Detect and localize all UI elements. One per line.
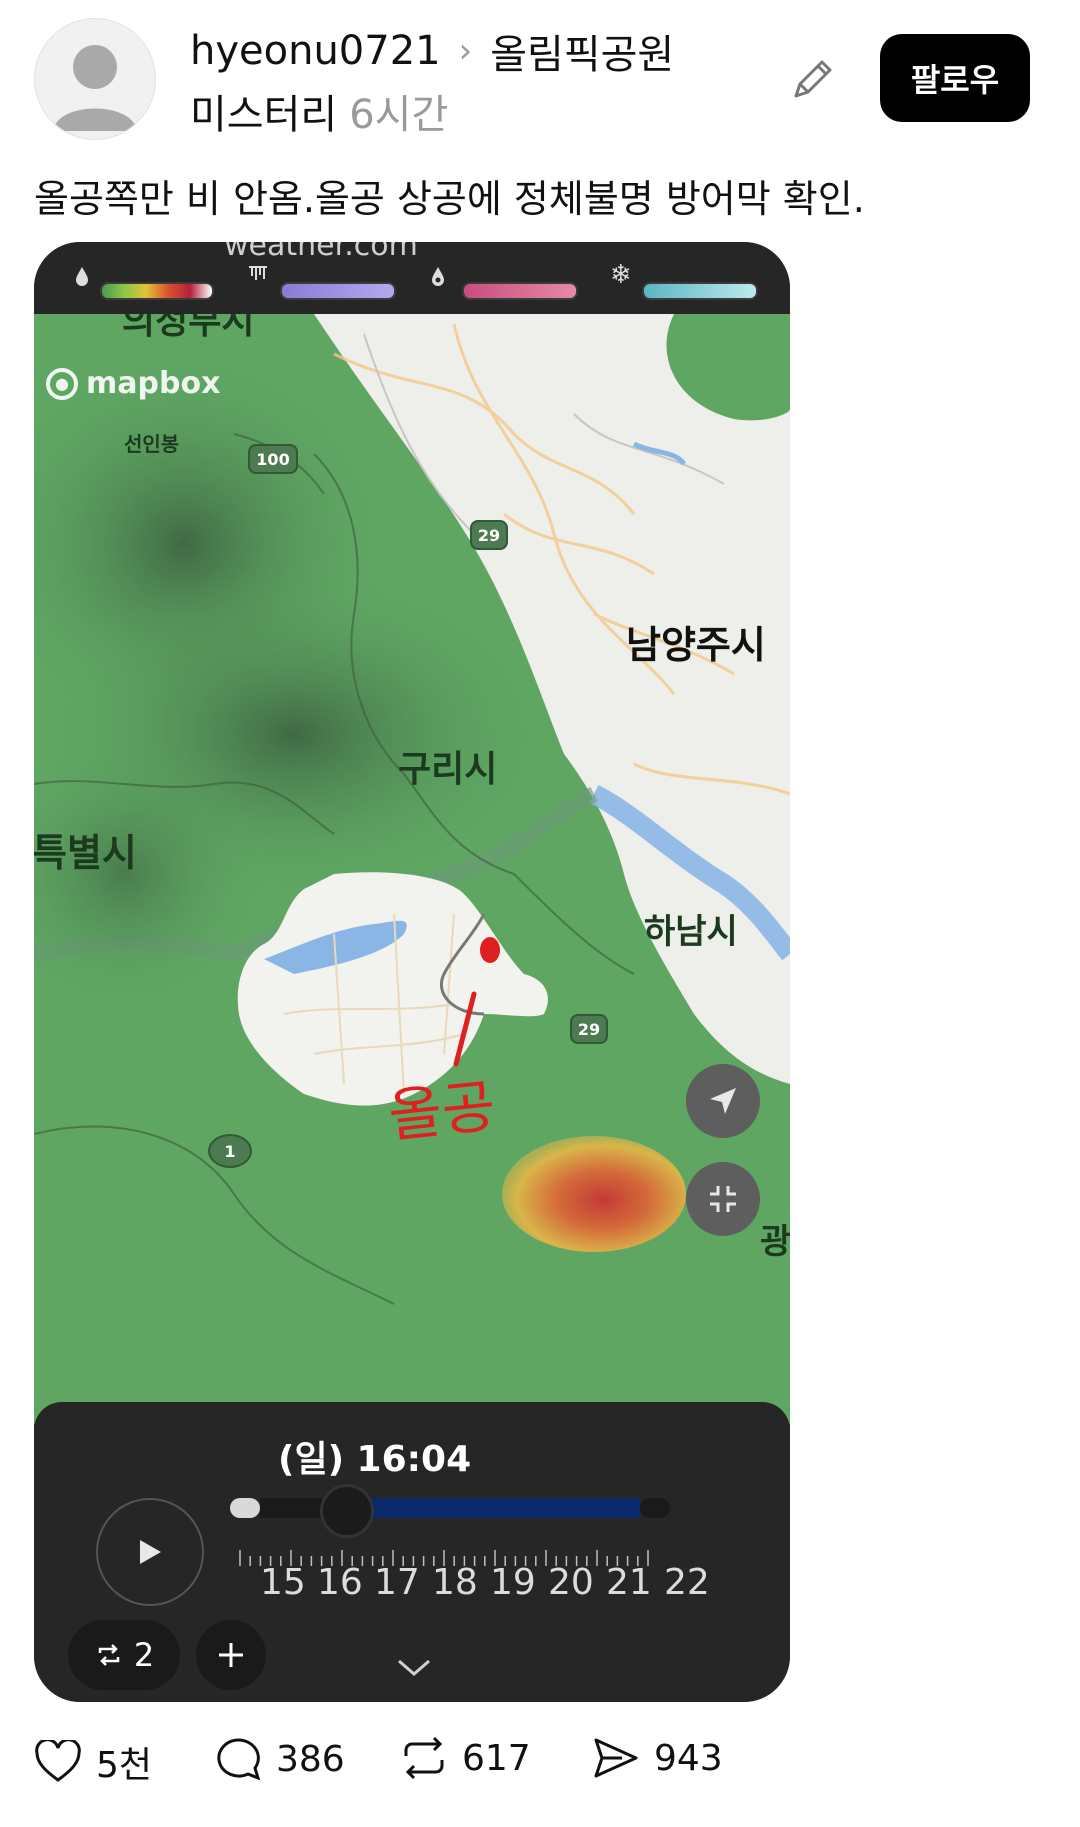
- timeline-slider[interactable]: [230, 1496, 724, 1520]
- send-icon: [594, 1738, 638, 1778]
- post-time: 6시간: [349, 92, 449, 138]
- avatar-placeholder-icon: [53, 45, 137, 131]
- ice-icon: [249, 266, 267, 280]
- timeline-controls: (일) 16:04 15 16 17 18 19 20 21 22 2: [34, 1402, 790, 1702]
- repost-action[interactable]: 617: [400, 1736, 531, 1780]
- post-meta: 미스터리 6시간: [190, 82, 448, 140]
- watermark-text: weather.com: [224, 242, 418, 263]
- map-label-seoul: 특별시: [34, 831, 137, 875]
- highway-badge-1: 1: [208, 1134, 252, 1168]
- repost-icon: [404, 1736, 444, 1780]
- hour-label[interactable]: 20: [548, 1562, 594, 1603]
- ice-scale-bar: [280, 282, 396, 300]
- repeat-count: 2: [133, 1636, 155, 1674]
- hour-label[interactable]: 15: [260, 1562, 306, 1603]
- timeline-thumb[interactable]: [320, 1484, 374, 1538]
- add-button[interactable]: [196, 1620, 266, 1690]
- mapbox-logo-icon: ●: [46, 367, 78, 400]
- repeat-icon: [98, 1644, 120, 1666]
- heart-icon: [35, 1740, 81, 1782]
- comment-bubble-icon: [217, 1738, 261, 1781]
- play-button[interactable]: [96, 1498, 204, 1606]
- navigation-arrow-icon: [710, 1088, 736, 1114]
- post-caption: 올공쪽만 비 안옴.올공 상공에 정체불명 방어막 확인.: [34, 177, 865, 221]
- comment-count: 386: [276, 1738, 345, 1780]
- hour-label[interactable]: 19: [490, 1562, 536, 1603]
- like-count: 5천: [96, 1745, 153, 1786]
- repeat-button[interactable]: 2: [68, 1620, 180, 1690]
- mixed-icon: [432, 267, 444, 286]
- plus-icon: [219, 1643, 243, 1667]
- snow-scale-bar: [642, 282, 758, 300]
- mapbox-label: mapbox: [86, 366, 221, 401]
- hour-label[interactable]: 18: [432, 1562, 478, 1603]
- map-label-gwangju-partial: 광: [760, 1222, 790, 1262]
- radar-map[interactable]: ● mapbox 의정부시 선인봉 남양주시 구리시 특별시 하남시 광 100…: [34, 314, 790, 1424]
- highway-badge-29-north: 29: [470, 520, 508, 550]
- breadcrumb-separator: ›: [458, 31, 473, 71]
- post-author: hyeonu0721 › 올림픽공원: [190, 22, 674, 80]
- collapse-map-button[interactable]: [686, 1162, 760, 1236]
- follow-button[interactable]: 팔로우: [880, 34, 1030, 122]
- like-action[interactable]: 5천: [34, 1736, 152, 1788]
- handwritten-label: 올공: [385, 1071, 499, 1151]
- chevron-down-icon[interactable]: [396, 1658, 432, 1678]
- community-link[interactable]: 올림픽공원: [490, 22, 674, 80]
- collapse-icon: [710, 1186, 736, 1212]
- timeline-time-label: (일) 16:04: [278, 1439, 472, 1480]
- share-action[interactable]: 943: [592, 1736, 723, 1780]
- comment-action[interactable]: 386: [214, 1736, 345, 1782]
- repost-count: 617: [462, 1737, 531, 1779]
- snowflake-icon: ❄: [610, 260, 632, 290]
- avatar[interactable]: [34, 18, 156, 140]
- locate-me-button[interactable]: [686, 1064, 760, 1138]
- hour-label[interactable]: 17: [374, 1562, 420, 1603]
- hour-label[interactable]: 16: [317, 1562, 363, 1603]
- map-label-uijeongbu: 의정부시: [122, 314, 255, 342]
- media-card[interactable]: weather.com ❄ ● mapbox 의정부시 선인봉 남양주시 구리시…: [34, 242, 790, 1702]
- precipitation-legend: weather.com ❄: [34, 242, 790, 314]
- share-count: 943: [654, 1737, 723, 1779]
- play-icon: [140, 1540, 161, 1564]
- highway-badge-100: 100: [248, 444, 298, 474]
- hour-label[interactable]: 22: [664, 1562, 710, 1603]
- radar-map-graphics: [34, 314, 790, 1305]
- map-label-hanam: 하남시: [644, 912, 738, 952]
- highway-badge-29-south: 29: [570, 1014, 608, 1044]
- mapbox-attribution[interactable]: ● mapbox: [46, 366, 220, 401]
- map-label-guri: 구리시: [398, 749, 498, 790]
- mixed-scale-bar: [462, 282, 578, 300]
- flair-label[interactable]: 미스터리: [190, 92, 337, 138]
- map-label-namyangju: 남양주시: [626, 623, 766, 667]
- map-label-seoninbong: 선인봉: [124, 432, 180, 456]
- rain-scale-bar: [100, 282, 214, 300]
- timeline-hour-labels: 15 16 17 18 19 20 21 22: [260, 1562, 760, 1612]
- edit-pencil-icon[interactable]: [786, 54, 838, 106]
- username-link[interactable]: hyeonu0721: [190, 28, 441, 74]
- hour-label[interactable]: 21: [606, 1562, 652, 1603]
- raindrop-icon: [76, 267, 88, 286]
